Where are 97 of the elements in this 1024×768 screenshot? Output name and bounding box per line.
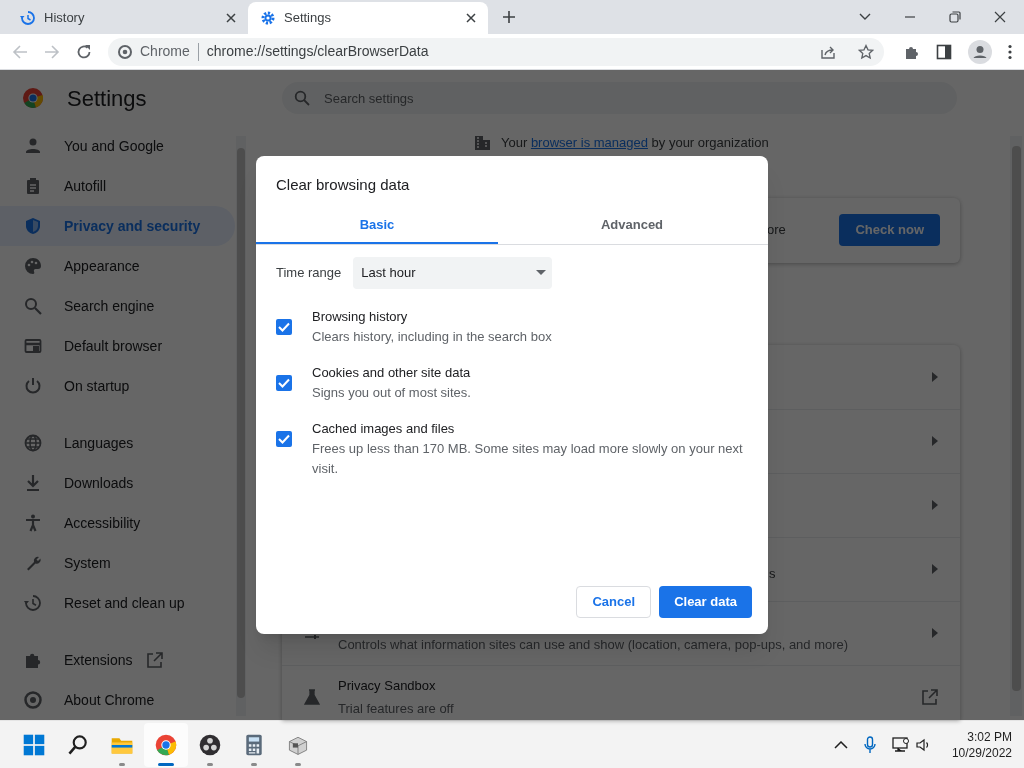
nav-item[interactable]: Languages [0, 423, 235, 463]
nav-item[interactable]: Downloads [0, 463, 235, 503]
checkbox[interactable] [276, 430, 292, 447]
clipboard-icon [24, 177, 42, 195]
tab-title: History [44, 9, 86, 28]
row-text: s [769, 565, 776, 584]
circle-logo-icon [198, 732, 222, 757]
dialog-tab[interactable]: Basic [256, 208, 498, 244]
arrow-right-icon[interactable] [932, 628, 938, 638]
arrow-right-icon[interactable] [932, 500, 938, 510]
arrow-right-icon[interactable] [932, 436, 938, 446]
scrollbar-thumb[interactable] [1011, 146, 1021, 691]
arrow-right-icon[interactable] [932, 371, 938, 382]
row-subtitle: Controls what information sites can use and show (location, camera, pop-ups, and more) [338, 635, 850, 654]
search-icon [294, 90, 310, 106]
check-now-button[interactable]: Check now [839, 214, 940, 246]
checkbox[interactable] [276, 374, 292, 391]
more-icon[interactable] [1008, 43, 1012, 60]
external-link-icon[interactable] [921, 688, 938, 706]
browser-tab[interactable]: Settings [248, 2, 488, 34]
nav-item[interactable]: Appearance [0, 246, 235, 286]
nav-item[interactable]: Autofill [0, 166, 235, 206]
caret-icon [536, 270, 547, 275]
close-icon[interactable] [466, 13, 476, 23]
chevron-down-icon[interactable] [859, 13, 871, 21]
time-range-dropdown[interactable]: Last hour [353, 256, 553, 289]
nav-item[interactable]: You and Google [0, 126, 235, 166]
clock-time: 3:02 PM [967, 728, 1012, 745]
puzzle-icon [24, 651, 42, 669]
chrome-logo-icon [118, 44, 132, 59]
download-icon [24, 474, 42, 492]
item-description: Frees up less than 170 MB. Some sites may load more slowly on your next visit. [312, 439, 744, 478]
nav-item[interactable]: Search engine [0, 286, 235, 326]
close-icon[interactable] [226, 13, 236, 23]
globe-icon [24, 434, 42, 452]
dialog-title: Clear browsing data [275, 175, 411, 195]
nav-item[interactable]: Privacy and security [0, 206, 235, 246]
chevron-up-icon[interactable] [833, 740, 848, 749]
search-icon [24, 297, 42, 315]
arrow-right-icon[interactable] [932, 564, 938, 574]
browser-tab[interactable]: History [8, 2, 248, 34]
card-text: ore [767, 221, 786, 240]
item-title: Browsing history [312, 307, 409, 326]
history-icon [20, 10, 36, 26]
new-tab-icon[interactable] [502, 10, 516, 24]
item-description: Signs you out of most sites. [312, 383, 471, 402]
nav-item[interactable]: Accessibility [0, 503, 235, 543]
clear-data-button[interactable]: Clear data [659, 586, 752, 618]
close-icon[interactable] [994, 11, 1006, 23]
browser-window-icon [24, 337, 42, 355]
tab-title: Settings [284, 9, 332, 28]
time-range-label: Time range [276, 263, 342, 282]
search-icon [66, 732, 90, 757]
palette-icon [24, 257, 42, 275]
address-field[interactable]: Chrome chrome://settings/clearBrowserData [108, 37, 884, 66]
chrome-logo-icon [24, 691, 42, 709]
person-icon [24, 137, 42, 155]
search-field[interactable]: Search settings [282, 82, 957, 114]
managed-notice: Your browser is managed by your organization [501, 134, 769, 152]
nav-item[interactable]: On startup [0, 366, 235, 406]
row-title: Privacy Sandbox [338, 677, 437, 695]
chrome-logo-taskbar-button[interactable] [144, 722, 188, 767]
star-icon[interactable] [858, 43, 874, 60]
accessibility-icon [24, 514, 42, 532]
nav-item[interactable]: Reset and clean up [0, 583, 235, 623]
dialog-tab[interactable]: Advanced [511, 208, 753, 244]
building-icon [474, 134, 491, 152]
nav-item[interactable]: About Chrome [0, 680, 235, 720]
row-subtitle: Trial features are off [338, 699, 455, 718]
chrome-logo-icon [22, 87, 44, 109]
url-text: chrome://settings/clearBrowserData [206, 42, 430, 61]
checkbox[interactable] [276, 318, 292, 335]
microphone-icon[interactable] [863, 735, 876, 754]
network-icon[interactable] [891, 736, 910, 753]
site-label: Chrome [140, 42, 190, 61]
page-title: Settings [67, 84, 147, 113]
shield-icon [24, 217, 42, 235]
item-description: Clears history, including in the search box [312, 327, 552, 346]
chrome-logo-icon [154, 732, 178, 757]
side-panel-icon[interactable] [936, 43, 952, 60]
nav-item[interactable]: Default browser [0, 326, 235, 366]
nav-item[interactable]: Extensions [0, 640, 235, 680]
cancel-button[interactable]: Cancel [576, 586, 652, 618]
windows-logo-icon [22, 732, 46, 757]
item-title: Cached images and files [312, 419, 456, 438]
clock-date: 10/29/2022 [951, 744, 1012, 761]
power-icon [24, 377, 42, 395]
flask-icon [304, 689, 320, 705]
gear-icon [260, 10, 276, 26]
scrollbar-thumb[interactable] [237, 148, 245, 698]
item-title: Cookies and other site data [312, 363, 471, 382]
profile-icon[interactable] [968, 39, 992, 64]
history-icon [24, 594, 42, 612]
nav-item[interactable]: System [0, 543, 235, 583]
managed-link[interactable]: browser is managed [530, 135, 648, 150]
restore-icon[interactable] [949, 11, 961, 23]
reload-icon[interactable] [76, 43, 92, 60]
